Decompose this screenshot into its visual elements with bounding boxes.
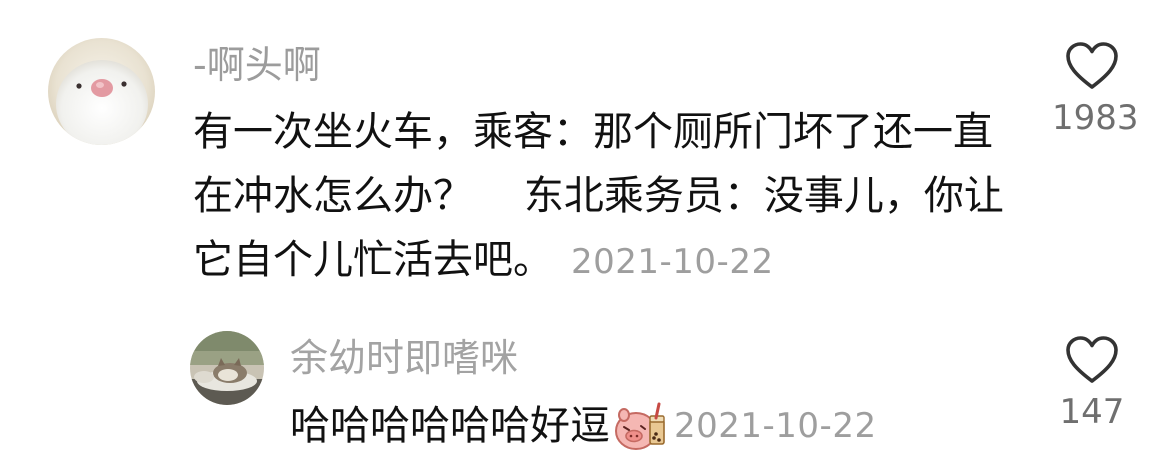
- heart-outline-icon: [1066, 42, 1118, 89]
- timestamp: 2021-10-22: [571, 242, 774, 282]
- reply-text: 哈哈哈哈哈哈好逗 2021-10-22: [290, 396, 877, 456]
- like-button[interactable]: 1983: [1052, 42, 1139, 140]
- pig-bubble-tea-sticker-icon: [615, 402, 665, 450]
- bird-avatar-icon: [48, 38, 155, 145]
- username[interactable]: -啊头啊: [193, 40, 321, 90]
- cat-avatar-icon: [190, 331, 264, 405]
- reply-body: 哈哈哈哈哈哈好逗: [290, 403, 610, 449]
- reply-like-button[interactable]: 147: [1052, 336, 1132, 434]
- like-count: 1983: [1052, 98, 1139, 138]
- reply-username[interactable]: 余幼时即嗜咪: [290, 333, 518, 383]
- avatar[interactable]: [48, 38, 155, 145]
- reply-timestamp: 2021-10-22: [674, 406, 877, 446]
- reply-avatar[interactable]: [190, 331, 264, 405]
- comment-text: 有一次坐火车，乘客：那个厕所门坏了还一直在冲水怎么办？ 东北乘务员：没事儿，你让…: [193, 100, 1013, 294]
- reply-like-count: 147: [1059, 392, 1125, 432]
- heart-outline-icon: [1066, 336, 1118, 383]
